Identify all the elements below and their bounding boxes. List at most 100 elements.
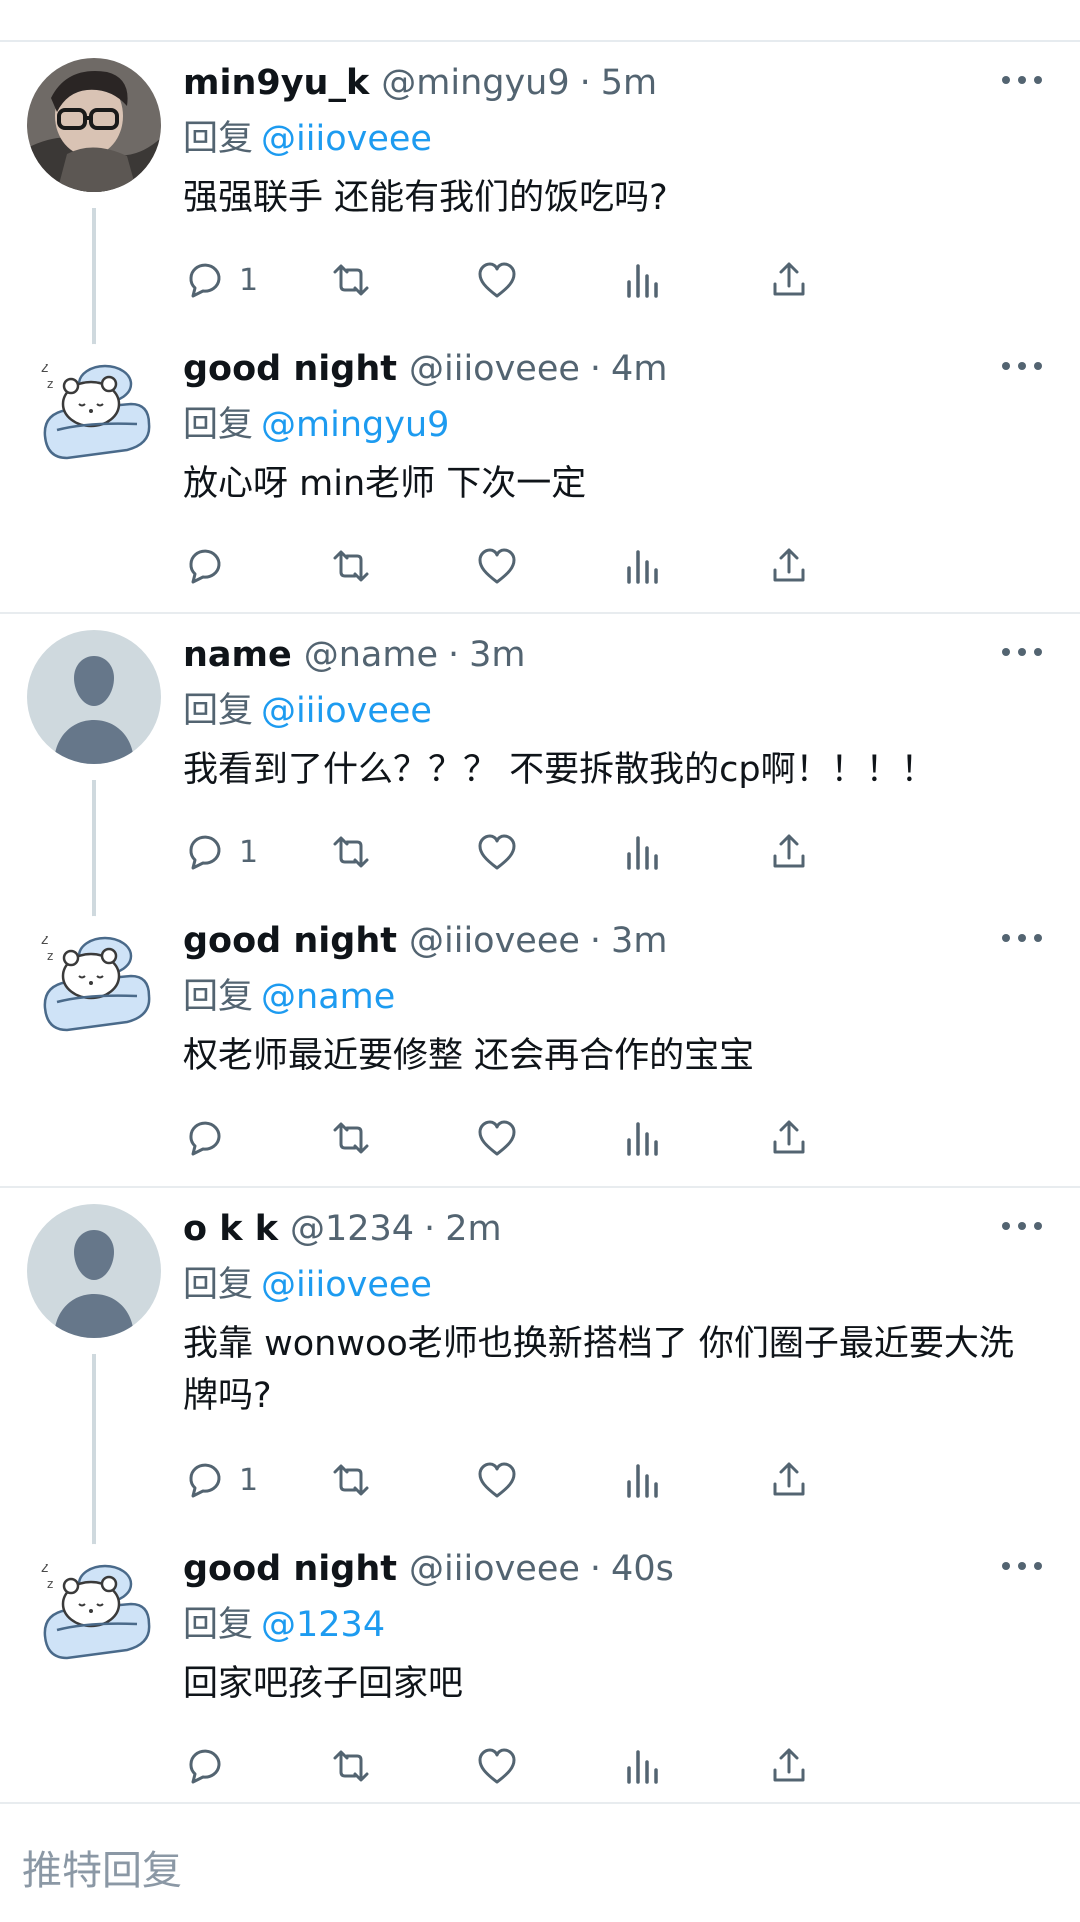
analytics-icon [627,264,658,298]
views-button[interactable] [621,255,665,305]
share-button[interactable] [767,1741,811,1791]
like-button[interactable] [475,1741,519,1791]
retweet-button[interactable] [329,1741,373,1791]
retweet-button[interactable] [329,1455,373,1505]
timestamp[interactable]: 4m [611,349,667,389]
more-options-icon[interactable] [1002,644,1042,660]
share-icon [773,548,805,582]
views-button[interactable] [621,541,665,591]
share-button[interactable] [767,827,811,877]
like-button[interactable] [475,1455,519,1505]
more-options-icon[interactable] [1002,930,1042,946]
reply-prefix: 回复 [183,405,254,445]
reply-icon [189,1121,221,1156]
display-name[interactable]: o k k [183,1209,278,1249]
heart-icon [478,548,516,584]
share-button[interactable] [767,255,811,305]
user-handle[interactable]: @iiioveee [409,1549,580,1589]
timestamp[interactable]: 3m [469,635,525,675]
mention-link[interactable]: @mingyu9 [261,405,449,445]
tweet-header: good night @iiioveee · 40s [183,1544,674,1594]
default-avatar [27,1204,161,1338]
avatar[interactable] [27,1204,161,1338]
share-button[interactable] [767,541,811,591]
retweet-icon [333,1122,369,1154]
mention-link[interactable]: @name [261,977,395,1017]
mention-link[interactable]: @iiioveee [261,119,432,159]
separator-dot: · [424,1209,436,1249]
retweet-icon [333,1464,369,1496]
share-icon [773,1462,805,1496]
display-name[interactable]: good night [183,921,397,961]
display-name[interactable]: good night [183,349,397,389]
reply-button[interactable] [183,541,239,591]
tweet-header: good night @iiioveee · 3m [183,916,667,966]
views-button[interactable] [621,1113,665,1163]
user-handle[interactable]: @iiioveee [409,349,580,389]
tweet-text: 放心呀 min老师 下次一定 [183,464,587,504]
mention-link[interactable]: @1234 [261,1605,385,1645]
views-button[interactable] [621,1455,665,1505]
more-options-icon[interactable] [1002,358,1042,374]
more-options-icon[interactable] [1002,1558,1042,1574]
more-options-icon[interactable] [1002,1218,1042,1234]
reply-prefix: 回复 [183,691,254,731]
timestamp[interactable]: 40s [611,1549,674,1589]
reply-button[interactable]: 1 [183,1455,258,1505]
avatar[interactable]: z z [27,916,161,1050]
sleeping-bear-avatar: z z [27,344,161,478]
tweet[interactable]: name @name · 3m 回复 @iiioveee 我看到了什么？？？ 不要… [0,614,1080,956]
replying-to: 回复 @name [183,968,395,1019]
retweet-button[interactable] [329,827,373,877]
like-button[interactable] [475,255,519,305]
retweet-button[interactable] [329,255,373,305]
tweet[interactable]: z z good night @iiioveee · 40s 回复 @1234 回… [0,1528,1080,1814]
share-button[interactable] [767,1113,811,1163]
like-button[interactable] [475,827,519,877]
reply-button[interactable]: 1 [183,827,258,877]
default-avatar [27,630,161,764]
reply-icon [189,1749,221,1784]
display-name[interactable]: good night [183,1549,397,1589]
person-photo-avatar [27,58,161,192]
retweet-icon [333,264,369,296]
sleeping-bear-avatar: z z [27,1544,161,1678]
user-handle[interactable]: @iiioveee [409,921,580,961]
display-name[interactable]: name [183,635,292,675]
user-handle[interactable]: @mingyu9 [381,63,569,103]
avatar[interactable]: z z [27,1544,161,1678]
mention-link[interactable]: @iiioveee [261,1265,432,1305]
reply-input[interactable]: 推特回复 [22,1838,182,1896]
tweet[interactable]: min9yu_k @mingyu9 · 5m 回复 @iiioveee 强强联手 … [0,42,1080,384]
share-icon [773,834,805,868]
avatar[interactable] [27,630,161,764]
avatar[interactable]: z z [27,344,161,478]
tweet[interactable]: o k k @1234 · 2m 回复 @iiioveee 我靠 wonwoo老师… [0,1188,1080,1584]
reply-icon [189,549,221,584]
display-name[interactable]: min9yu_k [183,63,369,103]
like-button[interactable] [475,1113,519,1163]
views-button[interactable] [621,827,665,877]
action-bar [183,1741,963,1791]
more-options-icon[interactable] [1002,72,1042,88]
analytics-icon [627,1122,658,1156]
reply-button[interactable] [183,1741,239,1791]
avatar[interactable] [27,58,161,192]
timestamp[interactable]: 5m [601,63,657,103]
reply-button[interactable]: 1 [183,255,258,305]
retweet-button[interactable] [329,1113,373,1163]
user-handle[interactable]: @name [304,635,438,675]
tweet[interactable]: z z good night @iiioveee · 3m 回复 @name 权老… [0,900,1080,1186]
user-handle[interactable]: @1234 [290,1209,414,1249]
mention-link[interactable]: @iiioveee [261,691,432,731]
timestamp[interactable]: 2m [445,1209,501,1249]
retweet-button[interactable] [329,541,373,591]
timestamp[interactable]: 3m [611,921,667,961]
reply-button[interactable] [183,1113,239,1163]
share-button[interactable] [767,1455,811,1505]
tweet-header: o k k @1234 · 2m [183,1204,502,1254]
reply-composer[interactable]: 推特回复 [0,1802,1080,1922]
tweet[interactable]: z z good night @iiioveee · 4m 回复 @mingyu9… [0,328,1080,614]
views-button[interactable] [621,1741,665,1791]
like-button[interactable] [475,541,519,591]
